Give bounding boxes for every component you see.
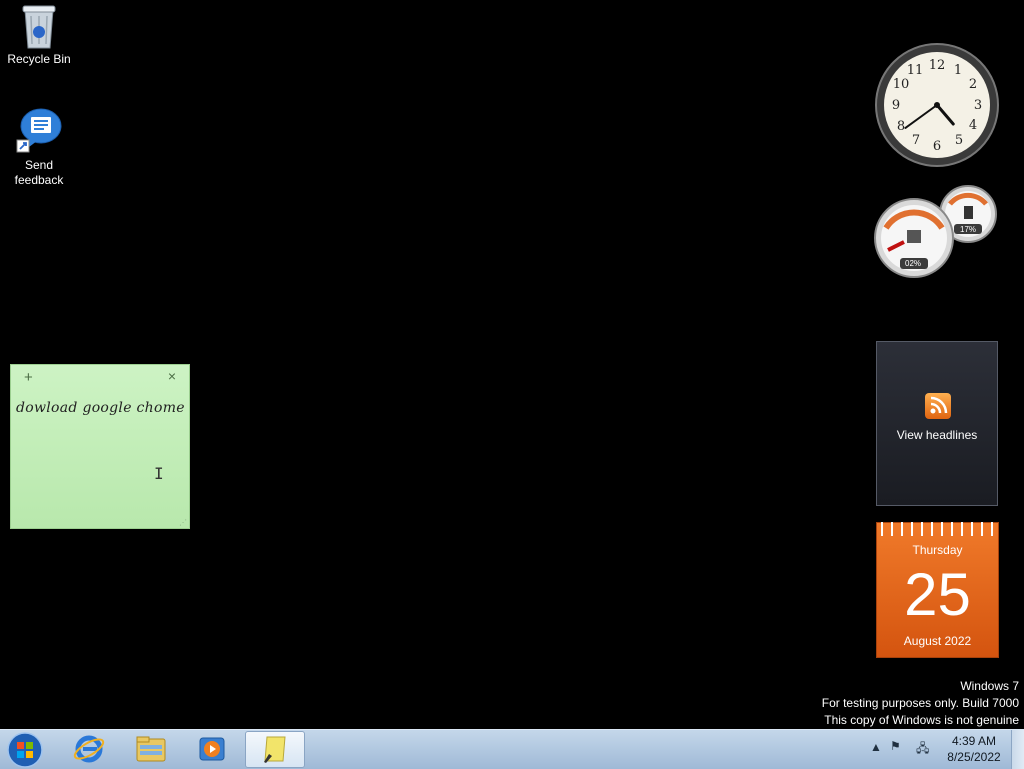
delete-note-button[interactable]: × <box>168 368 176 384</box>
text-cursor-icon: I <box>154 464 164 483</box>
svg-text:4: 4 <box>969 118 977 133</box>
watermark-line1: Windows 7 <box>960 679 1019 693</box>
rss-icon <box>925 393 951 419</box>
calendar-gadget[interactable]: Thursday 25 August 2022 <box>876 522 999 658</box>
taskbar-sticky-notes[interactable] <box>245 731 305 768</box>
cpu-percent: 02% <box>905 259 922 268</box>
svg-text:6: 6 <box>933 139 941 154</box>
show-hidden-icons-icon[interactable]: ▲ <box>870 740 882 754</box>
cpu-gauge-icon <box>874 185 997 278</box>
windows-explorer-icon <box>136 736 166 762</box>
internet-explorer-icon <box>73 735 105 763</box>
svg-text:3: 3 <box>974 98 982 113</box>
taskbar-date: 8/25/2022 <box>947 750 1001 764</box>
windows-watermark: Windows 7 For testing purposes only. Bui… <box>822 678 1019 729</box>
svg-text:5: 5 <box>955 133 963 148</box>
calendar-rings <box>876 522 999 536</box>
svg-text:7: 7 <box>912 133 920 148</box>
add-note-button[interactable]: + <box>24 369 33 386</box>
start-button[interactable] <box>5 731 45 769</box>
send-feedback-label-line1: Send <box>24 158 54 172</box>
svg-text:10: 10 <box>893 77 910 92</box>
trash-bin-icon <box>22 5 56 49</box>
network-icon[interactable]: 🖧 <box>916 739 929 760</box>
view-headlines-link[interactable]: View headlines <box>877 428 997 442</box>
taskbar: ▲ ⚑ 🖧 4:39 AM 8/25/2022 <box>0 729 1024 769</box>
calendar-month: August 2022 <box>903 634 972 648</box>
svg-text:11: 11 <box>907 63 924 78</box>
send-feedback-icon[interactable]: Send feedback <box>0 106 78 188</box>
show-desktop-button[interactable] <box>1011 730 1024 769</box>
svg-text:2: 2 <box>969 77 977 92</box>
recycle-bin-label: Recycle Bin <box>7 52 71 66</box>
sticky-note-header: + × <box>10 364 190 390</box>
sticky-note[interactable]: + × dowload google chome I ⋰ <box>10 364 190 529</box>
taskbar-internet-explorer[interactable] <box>60 731 118 768</box>
svg-text:12: 12 <box>929 58 946 73</box>
calendar-day: 25 <box>904 561 971 628</box>
recycle-bin-icon[interactable]: Recycle Bin <box>0 2 78 67</box>
svg-text:8: 8 <box>897 119 905 134</box>
sticky-notes-icon <box>264 736 286 763</box>
clock-face-icon: 12 12 345 678 91011 <box>875 43 999 167</box>
memory-percent: 17% <box>960 225 977 234</box>
watermark-line3: This copy of Windows is not genuine <box>824 713 1019 727</box>
action-center-flag-icon[interactable]: ⚑ <box>890 739 901 753</box>
watermark-line2: For testing purposes only. Build 7000 <box>821 696 1019 710</box>
feed-headlines-gadget[interactable]: View headlines <box>876 341 998 506</box>
taskbar-clock[interactable]: 4:39 AM 8/25/2022 <box>936 733 1012 765</box>
resize-grip-icon[interactable]: ⋰ <box>179 518 187 527</box>
calendar-weekday: Thursday <box>912 543 963 557</box>
svg-text:9: 9 <box>892 98 900 113</box>
send-feedback-label-line2: feedback <box>14 173 64 187</box>
clock-gadget[interactable]: 12 1 2 345 678 9 10 11 <box>874 42 1000 168</box>
taskbar-time: 4:39 AM <box>951 734 997 748</box>
feedback-bubble-icon <box>16 108 62 153</box>
taskbar-media-player[interactable] <box>183 731 241 768</box>
windows-orb-icon <box>7 732 43 768</box>
media-player-icon <box>199 737 225 761</box>
cpu-meter-gadget[interactable]: 17% 02% <box>874 184 1000 280</box>
svg-text:1: 1 <box>954 63 962 78</box>
sticky-note-text[interactable]: dowload google chome <box>10 390 190 416</box>
taskbar-windows-explorer[interactable] <box>122 731 180 768</box>
